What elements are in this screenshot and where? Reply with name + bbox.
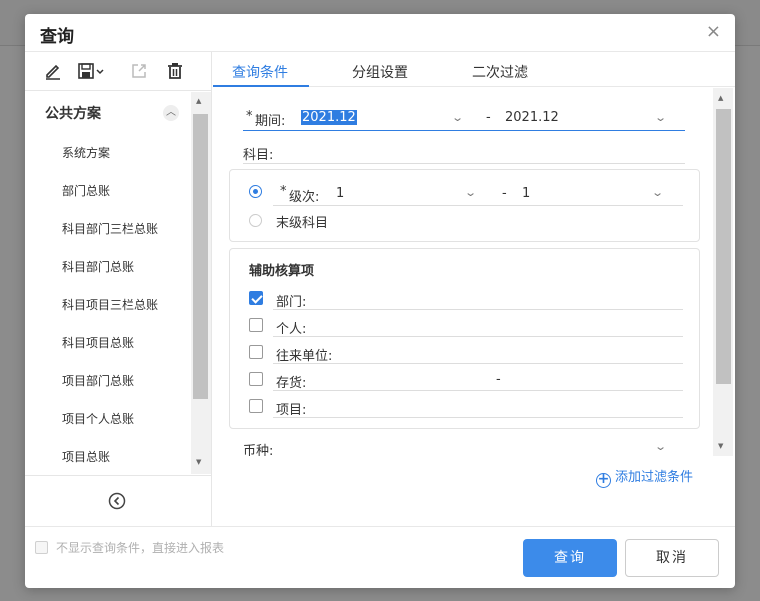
period-underline	[243, 130, 685, 131]
query-dialog: 查询 × 公共方案 ︿ 系统方案 部门总账 科目部门三栏总账 科目部门总账 科目…	[25, 14, 735, 588]
active-tab-indicator	[213, 85, 309, 87]
aux-input-partner[interactable]	[273, 363, 683, 364]
query-form: * 期间: 2021.12 ⌄ - 2021.12 ⌄ 科目: * 级次: 1 …	[213, 88, 713, 456]
chevron-down-icon[interactable]: ⌄	[654, 440, 667, 453]
query-panel: 查询条件 分组设置 二次过滤 * 期间: 2021.12 ⌄ - 2021.12…	[213, 52, 735, 526]
scroll-down-arrow-icon[interactable]: ▼	[718, 442, 723, 450]
dialog-footer: 不显示查询条件，直接进入报表 查询 取消	[25, 526, 735, 588]
edit-icon[interactable]	[43, 61, 65, 81]
add-filter-label: 添加过滤条件	[615, 470, 694, 485]
aux-checkbox-partner[interactable]	[249, 345, 263, 359]
add-circle-icon: +	[596, 471, 611, 488]
scheme-item[interactable]: 项目个人总账	[62, 408, 192, 430]
chevron-down-icon[interactable]: ⌄	[451, 111, 464, 124]
scheme-panel: 公共方案 ︿ 系统方案 部门总账 科目部门三栏总账 科目部门总账 科目项目三栏总…	[25, 52, 212, 526]
scheme-item[interactable]: 项目总账	[62, 446, 192, 468]
period-to-select[interactable]: 2021.12	[505, 110, 559, 125]
level-to-select[interactable]: 1	[522, 186, 530, 201]
query-button[interactable]: 查询	[523, 539, 617, 577]
skip-conditions-label: 不显示查询条件，直接进入报表	[56, 541, 225, 555]
scheme-list-scrollbar[interactable]: ▲ ▼	[191, 92, 211, 474]
aux-label-project: 项目:	[276, 403, 307, 418]
chevron-up-icon[interactable]: ︿	[163, 105, 179, 121]
leaf-account-label: 末级科目	[276, 216, 329, 231]
scheme-item[interactable]: 科目项目总账	[62, 332, 192, 354]
cancel-button[interactable]: 取消	[625, 539, 719, 577]
aux-input-department[interactable]	[273, 309, 683, 310]
add-filter-button[interactable]: + 添加过滤条件	[596, 466, 693, 488]
scheme-item[interactable]: 项目部门总账	[62, 370, 192, 392]
scheme-item[interactable]: 部门总账	[62, 180, 192, 202]
aux-label-partner: 往来单位:	[276, 349, 333, 364]
scheme-list: 公共方案 ︿ 系统方案 部门总账 科目部门三栏总账 科目部门总账 科目项目三栏总…	[25, 92, 211, 474]
dialog-title: 查询	[40, 27, 74, 47]
close-icon[interactable]: ×	[706, 22, 721, 42]
chevron-down-icon[interactable]: ⌄	[654, 111, 667, 124]
aux-inventory-separator: -	[496, 372, 501, 387]
scheme-group-title: 公共方案	[45, 106, 101, 122]
scheme-item[interactable]: 科目部门三栏总账	[62, 218, 192, 240]
aux-label-department: 部门:	[276, 295, 307, 310]
chevron-down-icon[interactable]: ⌄	[464, 186, 477, 199]
delete-icon[interactable]	[165, 61, 187, 81]
leaf-account-radio[interactable]	[249, 214, 262, 227]
aux-checkbox-project[interactable]	[249, 399, 263, 413]
chevron-down-icon[interactable]: ⌄	[651, 186, 664, 199]
aux-input-inventory[interactable]	[273, 390, 683, 391]
level-label: 级次:	[289, 190, 320, 205]
dialog-header: 查询 ×	[25, 14, 735, 52]
required-mark: *	[246, 109, 253, 124]
level-underline	[273, 205, 683, 206]
aux-checkbox-department[interactable]	[249, 291, 263, 305]
tab-bar: 查询条件 分组设置 二次过滤	[213, 52, 735, 87]
period-label: 期间:	[255, 114, 286, 129]
scheme-panel-footer	[25, 475, 211, 526]
level-from-select[interactable]: 1	[336, 186, 344, 201]
aux-label-inventory: 存货:	[276, 376, 307, 391]
scheme-toolbar	[25, 52, 211, 91]
scroll-up-arrow-icon[interactable]: ▲	[196, 97, 201, 105]
aux-input-project[interactable]	[273, 417, 683, 418]
scroll-down-arrow-icon[interactable]: ▼	[196, 458, 201, 466]
period-separator: -	[486, 110, 491, 125]
aux-accounting-title: 辅助核算项	[249, 264, 315, 279]
export-icon[interactable]	[129, 61, 151, 81]
query-form-scrollbar[interactable]: ▲ ▼	[713, 88, 733, 456]
scrollbar-thumb[interactable]	[193, 114, 208, 399]
collapse-panel-icon[interactable]	[108, 492, 126, 510]
level-radio[interactable]	[249, 185, 262, 198]
scheme-item[interactable]: 科目项目三栏总账	[62, 294, 192, 316]
skip-conditions-checkbox[interactable]	[35, 541, 48, 554]
aux-checkbox-inventory[interactable]	[249, 372, 263, 386]
required-mark: *	[280, 184, 287, 199]
currency-label: 币种:	[243, 444, 274, 456]
aux-checkbox-person[interactable]	[249, 318, 263, 332]
scheme-group-public[interactable]: 公共方案 ︿	[25, 92, 190, 132]
tab-secondary-filter[interactable]: 二次过滤	[472, 62, 528, 82]
scheme-item[interactable]: 科目部门总账	[62, 256, 192, 278]
scroll-up-arrow-icon[interactable]: ▲	[718, 94, 723, 102]
aux-input-person[interactable]	[273, 336, 683, 337]
scheme-item[interactable]: 系统方案	[62, 142, 192, 164]
aux-label-person: 个人:	[276, 322, 307, 337]
save-icon[interactable]	[77, 61, 107, 81]
scrollbar-thumb[interactable]	[716, 109, 731, 384]
tab-group-settings[interactable]: 分组设置	[352, 62, 408, 82]
account-input[interactable]	[243, 163, 685, 164]
account-label: 科目:	[243, 148, 274, 163]
level-separator: -	[502, 186, 507, 201]
tab-query-conditions[interactable]: 查询条件	[232, 62, 288, 82]
period-from-select[interactable]: 2021.12	[301, 110, 357, 125]
